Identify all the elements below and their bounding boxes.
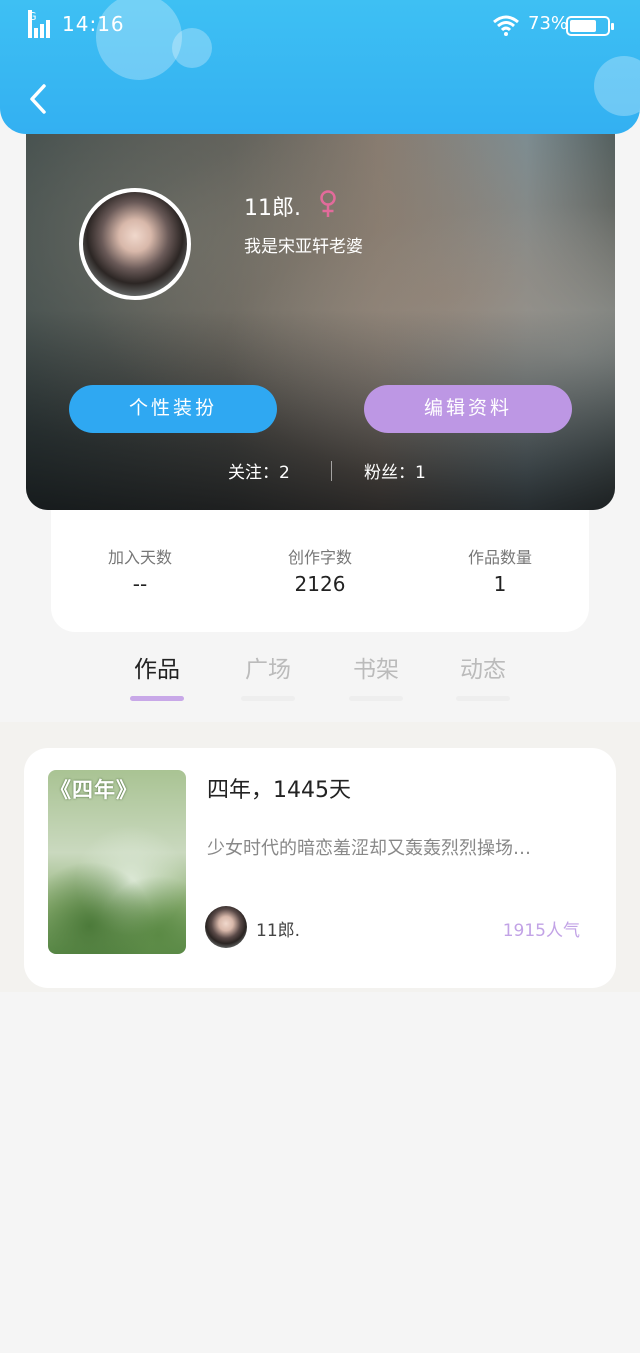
tab-bookshelf[interactable]: 书架 <box>336 650 416 684</box>
back-arrow-icon[interactable] <box>24 82 54 116</box>
stat-join-days: 加入天数 -- <box>70 544 210 596</box>
stat-label: 作品数量 <box>467 548 532 567</box>
popularity-count: 1915人气 <box>502 921 580 941</box>
stat-label: 创作字数 <box>287 548 352 567</box>
book-cover[interactable]: 《四年》 <box>48 770 186 954</box>
stat-value: 2126 <box>294 572 346 596</box>
signal-icon: G <box>28 10 56 38</box>
stat-word-count: 创作字数 2126 <box>250 544 390 596</box>
follow-stats: 关注：2 粉丝：1 <box>26 458 615 484</box>
app-header: G 14:16 73% <box>0 0 640 134</box>
stat-value: 1 <box>493 572 507 596</box>
followers-count[interactable]: 粉丝：1 <box>364 458 426 483</box>
avatar[interactable] <box>79 188 191 300</box>
edit-profile-button[interactable]: 编辑资料 <box>364 385 572 433</box>
author-avatar[interactable] <box>205 906 247 948</box>
battery-icon <box>566 16 614 36</box>
tab-indicator <box>456 696 510 701</box>
cover-title: 《四年》 <box>50 778 138 802</box>
author-name[interactable]: 11郎. <box>256 916 300 941</box>
battery-percent: 73% <box>528 13 569 34</box>
wifi-icon <box>493 15 519 36</box>
tab-square[interactable]: 广场 <box>228 650 308 684</box>
dress-up-button[interactable]: 个性装扮 <box>69 385 277 433</box>
work-description: 少女时代的暗恋羞涩却又轰轰烈烈操场… <box>207 838 531 859</box>
stat-value: -- <box>132 572 148 596</box>
user-name: 11郎. <box>244 196 301 221</box>
tab-indicator <box>241 696 295 701</box>
divider <box>331 461 332 481</box>
stat-works-count: 作品数量 1 <box>430 544 570 596</box>
work-title[interactable]: 四年，1445天 <box>207 772 351 804</box>
decor-bubble <box>594 56 640 116</box>
user-bio: 我是宋亚轩老婆 <box>244 237 363 257</box>
battery-level <box>570 20 596 32</box>
tab-works[interactable]: 作品 <box>117 650 197 684</box>
status-bar: G 14:16 73% <box>0 10 640 40</box>
tab-bar: 作品 广场 书架 动态 <box>0 640 640 722</box>
tab-indicator <box>349 696 403 701</box>
work-card[interactable]: 《四年》 四年，1445天 少女时代的暗恋羞涩却又轰轰烈烈操场… 11郎. 19… <box>24 748 616 988</box>
following-count[interactable]: 关注：2 <box>228 458 290 483</box>
female-icon <box>320 190 336 217</box>
profile-card: 11郎. 我是宋亚轩老婆 个性装扮 编辑资料 关注：2 粉丝：1 <box>26 120 615 510</box>
stats-panel: 加入天数 -- 创作字数 2126 作品数量 1 <box>51 510 589 632</box>
tab-activity[interactable]: 动态 <box>443 650 523 684</box>
tab-indicator <box>130 696 184 701</box>
status-time: 14:16 <box>62 12 125 36</box>
stat-label: 加入天数 <box>107 548 172 567</box>
